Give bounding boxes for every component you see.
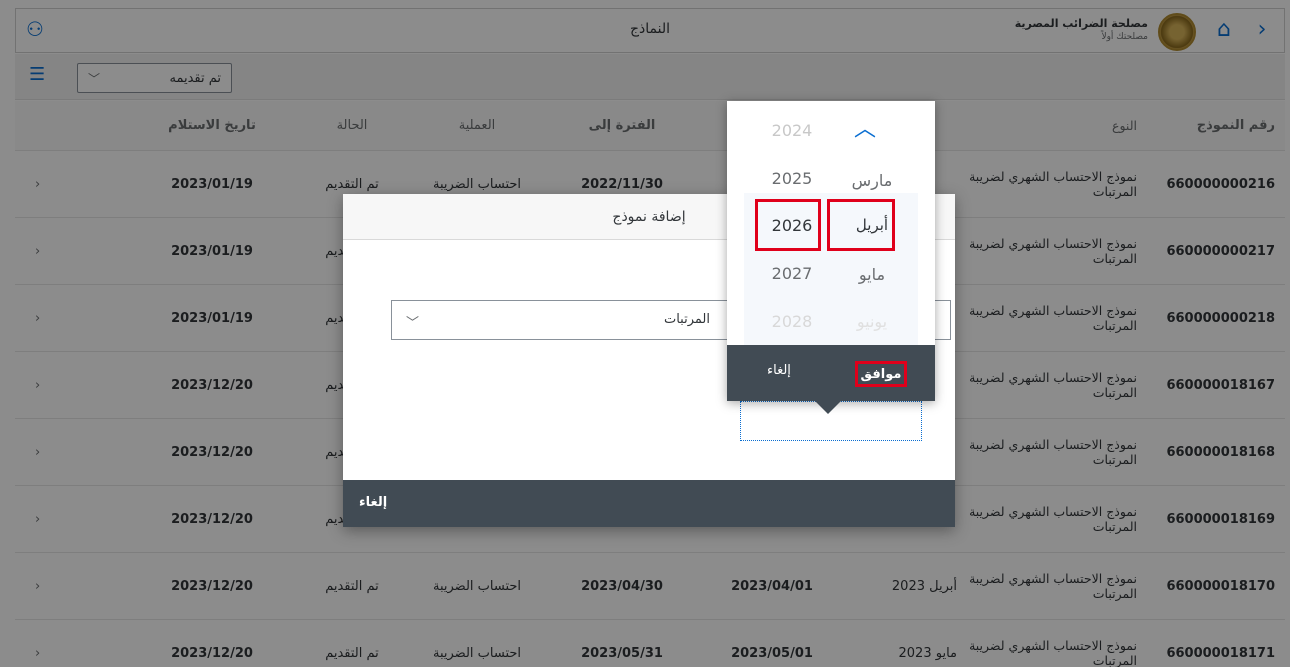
month-item[interactable]: مايو	[827, 265, 917, 284]
dialog-footer: إلغاء	[343, 480, 955, 527]
chevron-down-icon: ﹀	[406, 316, 420, 331]
month-item[interactable]: يونيو	[827, 312, 917, 331]
month-highlight-box	[827, 199, 895, 251]
year-item[interactable]: 2028	[747, 312, 837, 331]
month-year-picker: ︿ 2024 2025 2026 2027 2028 مارس أبريل ما…	[727, 101, 935, 401]
picker-footer: موافق إلغاء	[727, 345, 935, 401]
picker-cancel-button[interactable]: إلغاء	[767, 363, 791, 378]
picker-ok-button[interactable]: موافق	[855, 361, 907, 387]
year-item[interactable]: 2027	[747, 264, 837, 283]
month-item[interactable]: مارس	[827, 171, 917, 190]
picker-pointer	[814, 400, 842, 414]
year-highlight-box	[755, 199, 821, 251]
year-item[interactable]: 2024	[747, 121, 837, 140]
dialog-cancel-button[interactable]: إلغاء	[359, 495, 387, 510]
chevron-up-icon[interactable]: ︿	[845, 111, 885, 143]
year-item[interactable]: 2025	[747, 169, 837, 188]
form-type-value: المرتبات	[663, 312, 710, 327]
